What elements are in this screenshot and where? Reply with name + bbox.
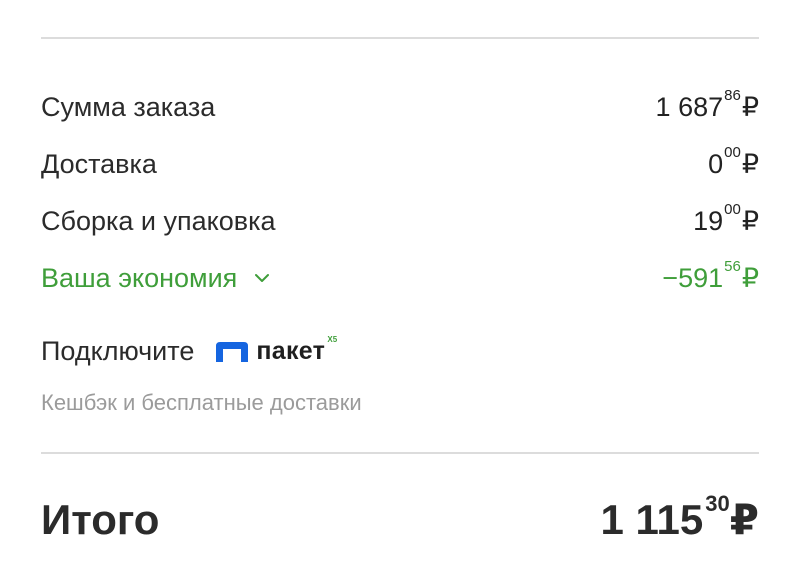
total-int: 1 115 <box>600 496 704 543</box>
connect-label: Подключите <box>41 336 195 366</box>
delivery-currency: ₽ <box>741 148 759 179</box>
order-sum-currency: ₽ <box>741 91 759 122</box>
promo-subtext: Кешбэк и бесплатные доставки <box>41 390 362 415</box>
top-divider <box>41 37 759 39</box>
savings-amount: −591 56 ₽ <box>662 259 759 293</box>
assembly-label: Сборка и упаковка <box>41 205 276 236</box>
paket-logo-icon <box>216 341 249 362</box>
assembly-currency: ₽ <box>741 205 759 236</box>
savings-int: −591 <box>662 262 724 293</box>
assembly-frac: 00 <box>724 200 741 218</box>
assembly-amount: 19 00 ₽ <box>693 202 759 236</box>
order-sum-row: Сумма заказа 1 687 86 ₽ <box>41 87 759 127</box>
paket-brand-word: пакет <box>256 337 326 365</box>
total-row: Итого 1 115 30 ₽ <box>41 490 759 550</box>
total-frac: 30 <box>705 491 730 516</box>
savings-currency: ₽ <box>741 262 759 293</box>
chevron-down-icon <box>255 274 270 282</box>
delivery-row: Доставка 0 00 ₽ <box>41 144 759 184</box>
total-currency: ₽ <box>729 496 759 543</box>
total-label: Итого <box>41 496 160 543</box>
savings-label: Ваша экономия <box>41 262 238 293</box>
savings-frac: 56 <box>724 257 741 275</box>
order-sum-amount: 1 687 86 ₽ <box>655 88 759 122</box>
paket-logo: пакет X5 <box>214 335 337 366</box>
assembly-int: 19 <box>693 205 724 236</box>
order-sum-int: 1 687 <box>655 91 724 122</box>
x5-badge: X5 <box>327 335 338 344</box>
bottom-divider <box>41 452 759 454</box>
paket-promo[interactable]: Подключите пакет X5 <box>41 335 337 367</box>
delivery-frac: 00 <box>724 143 741 161</box>
delivery-label: Доставка <box>41 148 157 179</box>
delivery-amount: 0 00 ₽ <box>708 145 759 179</box>
savings-row[interactable]: Ваша экономия −591 56 ₽ <box>41 258 759 298</box>
order-sum-frac: 86 <box>724 86 741 104</box>
assembly-row: Сборка и упаковка 19 00 ₽ <box>41 201 759 241</box>
savings-toggle[interactable]: Ваша экономия <box>41 262 270 294</box>
order-sum-label: Сумма заказа <box>41 91 216 122</box>
total-amount: 1 115 30 ₽ <box>600 493 759 543</box>
delivery-int: 0 <box>708 148 724 179</box>
